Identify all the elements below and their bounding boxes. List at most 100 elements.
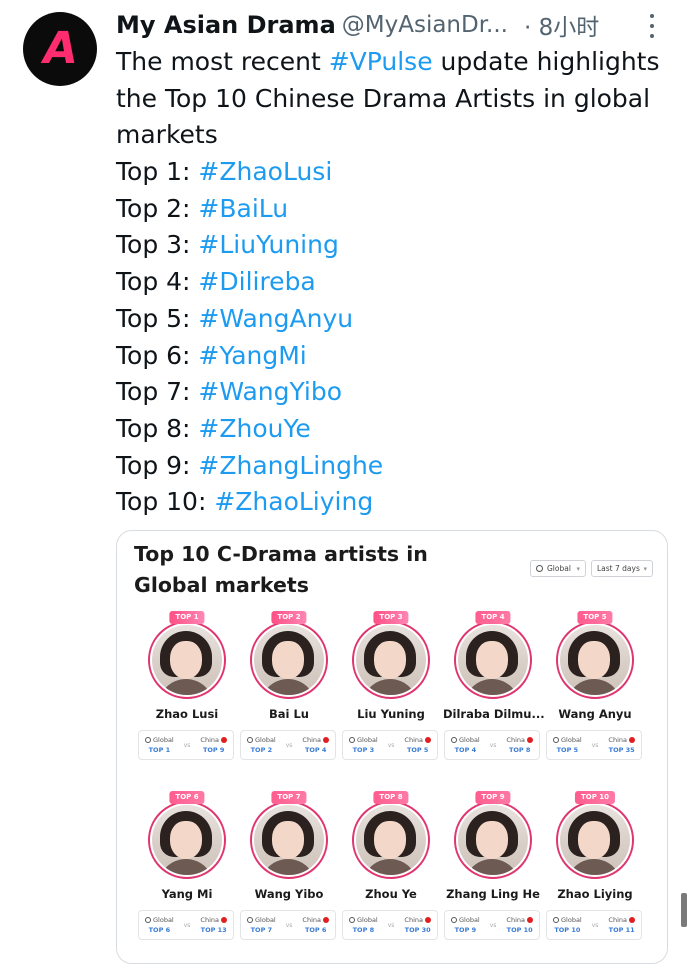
artist-portrait[interactable] [454, 801, 532, 879]
portrait-image [356, 625, 426, 695]
avatar[interactable]: A [23, 12, 97, 86]
hashtag-link[interactable]: #ZhangLinghe [198, 451, 383, 480]
global-rank: Global TOP 8 [349, 915, 378, 935]
portrait-image [560, 625, 630, 695]
artist-card[interactable]: TOP 1 Zhao Lusi Global TOP 1 vs China TOP 9 [137, 611, 237, 771]
rank-label: Top 9: [116, 450, 199, 480]
rank-line: Top 6: #YangMi [116, 338, 676, 375]
china-flag-icon [526, 917, 533, 923]
artist-card[interactable]: TOP 2 Bai Lu Global TOP 2 vs China TOP 4 [239, 611, 339, 771]
rank-comparison: Global TOP 10 vs China TOP 11 [546, 910, 642, 940]
china-rank: China TOP 11 [608, 916, 635, 934]
rank-line: Top 8: #ZhouYe [116, 411, 676, 448]
globe-icon [349, 917, 355, 923]
artist-name: Zhang Ling He [446, 887, 540, 901]
portrait-image [152, 625, 222, 695]
region-filter[interactable]: Global ▾ [530, 560, 586, 577]
rank-line: Top 5: #WangAnyu [116, 301, 676, 338]
rank-badge: TOP 1 [169, 611, 205, 624]
artist-name: Liu Yuning [357, 707, 425, 721]
chevron-down-icon: ▾ [576, 564, 580, 573]
portrait-image [152, 805, 222, 875]
artist-card[interactable]: TOP 8 Zhou Ye Global TOP 8 vs China TOP 30 [341, 791, 441, 951]
artist-portrait[interactable] [148, 621, 226, 699]
hashtag-link[interactable]: #ZhouYe [198, 414, 310, 443]
globe-icon [451, 737, 457, 743]
artist-name: Wang Anyu [558, 707, 632, 721]
hashtag-link[interactable]: #LiuYuning [198, 230, 338, 259]
media-card[interactable]: Top 10 C-Drama artists in Global markets… [116, 530, 668, 964]
rank-comparison: Global TOP 4 vs China TOP 8 [444, 730, 540, 760]
hashtag-link[interactable]: #ZhaoLiying [214, 487, 373, 516]
hashtag-link[interactable]: #VPulse [329, 47, 433, 76]
rank-comparison: Global TOP 9 vs China TOP 10 [444, 910, 540, 940]
artist-portrait[interactable] [250, 621, 328, 699]
vs-label: vs [489, 921, 497, 929]
artist-card[interactable]: TOP 7 Wang Yibo Global TOP 7 vs China TOP 6 [239, 791, 339, 951]
globe-icon [145, 737, 151, 743]
artist-portrait[interactable] [250, 801, 328, 879]
rank-badge: TOP 5 [577, 611, 613, 624]
global-rank: Global TOP 7 [247, 915, 276, 935]
artist-portrait[interactable] [454, 621, 532, 699]
china-flag-icon [628, 917, 635, 923]
artist-portrait[interactable] [556, 801, 634, 879]
logo-icon: A [38, 23, 82, 74]
rank-badge: TOP 10 [574, 791, 616, 804]
timestamp[interactable]: · 8小时 [524, 8, 599, 42]
card-title: Top 10 C-Drama artists in Global markets [134, 542, 428, 597]
handle[interactable]: @MyAsianDr... [342, 12, 508, 38]
artist-name: Zhao Lusi [155, 707, 219, 721]
global-rank: Global TOP 6 [145, 915, 174, 935]
portrait-image [458, 625, 528, 695]
artist-portrait[interactable] [556, 621, 634, 699]
tweet-text: The most recent #VPulse update highlight… [116, 44, 676, 521]
china-flag-icon [220, 737, 227, 743]
portrait-image [560, 805, 630, 875]
artist-card[interactable]: TOP 9 Zhang Ling He Global TOP 9 vs China TOP … [443, 791, 543, 951]
artist-card[interactable]: TOP 4 Dilraba Dilmu... Global TOP 4 vs China T… [443, 611, 545, 771]
china-flag-icon [424, 917, 431, 923]
china-flag-icon [424, 737, 431, 743]
global-rank: Global TOP 1 [145, 735, 174, 755]
artist-name: Dilraba Dilmu... [443, 707, 545, 721]
rank-label: Top 10: [116, 487, 215, 517]
rank-badge: TOP 2 [271, 611, 307, 624]
artist-name: Zhou Ye [365, 887, 417, 901]
vs-label: vs [285, 741, 293, 749]
rank-line: Top 1: #ZhaoLusi [116, 154, 676, 191]
hashtag-link[interactable]: #Dilireba [198, 267, 315, 296]
china-rank: China TOP 5 [404, 735, 431, 755]
hashtag-link[interactable]: #WangYibo [198, 377, 342, 406]
rank-label: Top 7: [116, 377, 199, 407]
hashtag-link[interactable]: #WangAnyu [198, 304, 353, 333]
artist-card[interactable]: TOP 3 Liu Yuning Global TOP 3 vs China TOP 5 [341, 611, 441, 771]
scrollbar[interactable] [681, 893, 687, 927]
artist-portrait[interactable] [352, 801, 430, 879]
vs-label: vs [183, 741, 191, 749]
vs-label: vs [489, 741, 497, 749]
rank-line: Top 3: #LiuYuning [116, 227, 676, 264]
rank-comparison: Global TOP 1 vs China TOP 9 [138, 730, 234, 760]
artist-card[interactable]: TOP 5 Wang Anyu Global TOP 5 vs China TOP 35 [545, 611, 645, 771]
more-options-icon[interactable] [646, 14, 658, 38]
rank-badge: TOP 7 [271, 791, 307, 804]
china-rank: China TOP 35 [608, 736, 635, 754]
rank-label: Top 8: [116, 413, 199, 443]
artist-card[interactable]: TOP 10 Zhao Liying Global TOP 10 vs China TOP … [545, 791, 645, 951]
hashtag-link[interactable]: #BaiLu [198, 194, 288, 223]
globe-icon [553, 917, 559, 923]
artist-card[interactable]: TOP 6 Yang Mi Global TOP 6 vs China TOP 13 [137, 791, 237, 951]
rank-badge: TOP 3 [373, 611, 409, 624]
display-name[interactable]: My Asian Drama [116, 11, 336, 39]
rank-comparison: Global TOP 5 vs China TOP 35 [546, 730, 642, 760]
vs-label: vs [591, 921, 599, 929]
rank-badge: TOP 6 [169, 791, 205, 804]
rank-label: Top 1: [116, 157, 199, 187]
artist-portrait[interactable] [148, 801, 226, 879]
hashtag-link[interactable]: #YangMi [198, 341, 306, 370]
vs-label: vs [183, 921, 191, 929]
hashtag-link[interactable]: #ZhaoLusi [198, 157, 332, 186]
artist-portrait[interactable] [352, 621, 430, 699]
period-filter[interactable]: Last 7 days ▾ [591, 560, 653, 577]
